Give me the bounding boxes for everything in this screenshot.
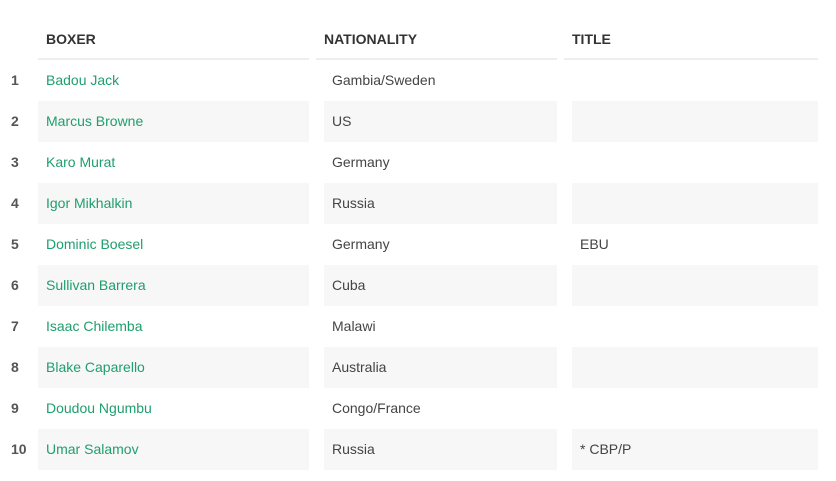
title-cell — [572, 347, 818, 388]
rank-cell: 10 — [11, 441, 27, 457]
boxer-cell: Marcus Browne — [38, 101, 309, 142]
boxer-link[interactable]: Igor Mikhalkin — [46, 195, 132, 211]
table-row: 9 Doudou Ngumbu Congo/France — [0, 388, 836, 429]
boxer-cell: Dominic Boesel — [38, 224, 309, 265]
nationality-cell: Malawi — [332, 318, 376, 334]
title-cell: EBU — [580, 236, 609, 252]
boxer-cell: Sullivan Barrera — [38, 265, 309, 306]
rank-cell: 6 — [11, 277, 19, 293]
nationality-cell: Germany — [332, 236, 390, 252]
rank-cell: 9 — [11, 400, 19, 416]
nationality-cell: Cuba — [324, 265, 557, 306]
boxer-cell: Karo Murat — [38, 142, 309, 183]
rankings-table: BOXER NATIONALITY TITLE 1 Badou Jack Gam… — [0, 0, 836, 481]
boxer-link[interactable]: Isaac Chilemba — [46, 318, 143, 334]
column-header-nationality: NATIONALITY — [316, 0, 557, 60]
table-row: 3 Karo Murat Germany — [0, 142, 836, 183]
boxer-cell: Blake Caparello — [38, 347, 309, 388]
table-header: BOXER NATIONALITY TITLE — [0, 0, 836, 60]
boxer-link[interactable]: Umar Salamov — [46, 441, 139, 457]
title-cell — [572, 60, 818, 101]
title-cell — [572, 265, 818, 306]
nationality-cell: Australia — [324, 347, 557, 388]
boxer-cell: Doudou Ngumbu — [38, 388, 309, 429]
nationality-cell: Russia — [324, 183, 557, 224]
rank-cell: 2 — [11, 113, 19, 129]
column-header-boxer: BOXER — [38, 0, 309, 60]
boxer-link[interactable]: Sullivan Barrera — [46, 277, 146, 293]
table-row: 10 Umar Salamov Russia * CBP/P — [0, 429, 836, 470]
table-row: 6 Sullivan Barrera Cuba — [0, 265, 836, 306]
table-row: 4 Igor Mikhalkin Russia — [0, 183, 836, 224]
title-cell — [572, 183, 818, 224]
rank-cell: 5 — [11, 236, 19, 252]
table-row: 2 Marcus Browne US — [0, 101, 836, 142]
boxer-cell: Umar Salamov — [38, 429, 309, 470]
boxer-link[interactable]: Karo Murat — [46, 154, 115, 170]
rank-cell: 4 — [11, 195, 19, 211]
title-cell — [572, 306, 818, 347]
table-row: 8 Blake Caparello Australia — [0, 347, 836, 388]
table-row: 5 Dominic Boesel Germany EBU — [0, 224, 836, 265]
rank-cell: 3 — [11, 154, 19, 170]
table-row: 7 Isaac Chilemba Malawi — [0, 306, 836, 347]
nationality-cell: Congo/France — [332, 400, 421, 416]
boxer-link[interactable]: Badou Jack — [46, 72, 119, 88]
boxer-link[interactable]: Blake Caparello — [46, 359, 145, 375]
boxer-link[interactable]: Marcus Browne — [46, 113, 143, 129]
rank-cell: 8 — [11, 359, 19, 375]
title-cell: * CBP/P — [572, 429, 818, 470]
title-cell — [572, 101, 818, 142]
table-row: 1 Badou Jack Gambia/Sweden — [0, 60, 836, 101]
title-cell — [572, 388, 818, 429]
boxer-cell: Igor Mikhalkin — [38, 183, 309, 224]
nationality-cell: Russia — [324, 429, 557, 470]
rank-cell: 1 — [11, 72, 19, 88]
boxer-cell: Badou Jack — [38, 60, 309, 101]
title-cell — [572, 142, 818, 183]
boxer-link[interactable]: Doudou Ngumbu — [46, 400, 152, 416]
column-header-title: TITLE — [564, 0, 818, 60]
boxer-cell: Isaac Chilemba — [38, 306, 309, 347]
nationality-cell: Gambia/Sweden — [332, 72, 436, 88]
boxer-link[interactable]: Dominic Boesel — [46, 236, 143, 252]
rank-cell: 7 — [11, 318, 19, 334]
nationality-cell: Germany — [332, 154, 390, 170]
nationality-cell: US — [324, 101, 557, 142]
